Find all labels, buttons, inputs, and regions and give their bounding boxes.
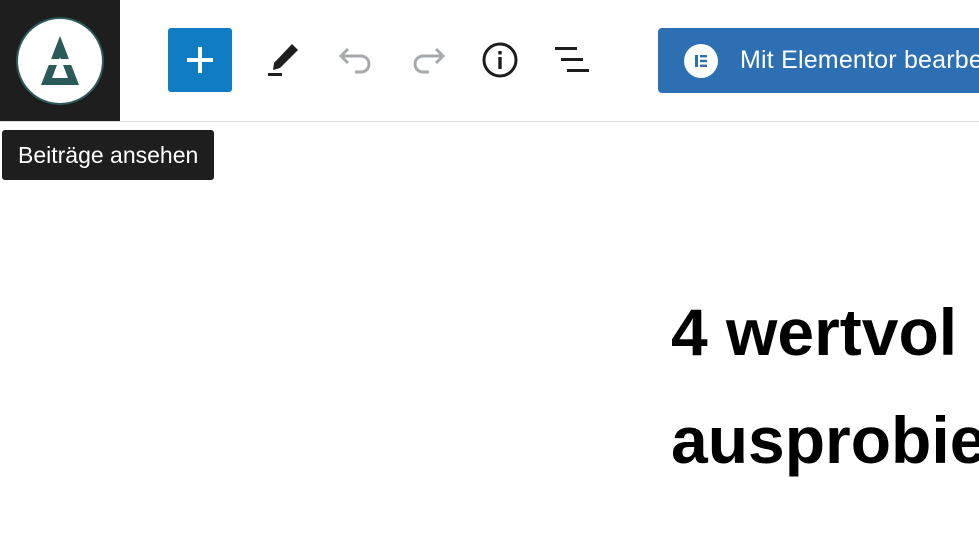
undo-arrow-icon [338, 47, 371, 74]
add-block-button[interactable] [168, 28, 232, 92]
info-circle-icon [482, 42, 518, 78]
redo-arrow-icon [413, 47, 446, 74]
list-view-button[interactable] [540, 28, 604, 92]
list-view-icon [555, 47, 589, 72]
post-title-line: 4 wertvol [671, 295, 958, 369]
site-logo [16, 16, 104, 105]
undo-button[interactable] [324, 28, 388, 92]
editor-header-toolbar: Mit Elementor bearbeiten [0, 0, 979, 122]
block-editor: Mit Elementor bearbeiten Beiträge ansehe… [0, 0, 979, 546]
post-title-line: ausprobie [671, 403, 979, 477]
redo-button[interactable] [396, 28, 460, 92]
post-title[interactable]: 4 wertvol ausprobie [671, 278, 979, 494]
plus-icon [187, 47, 213, 73]
tools-button[interactable] [252, 28, 316, 92]
elementor-logo [684, 43, 718, 78]
view-posts-tooltip: Beiträge ansehen [2, 130, 215, 180]
elementor-button-label: Mit Elementor bearbeiten [740, 46, 979, 74]
site-logo-triangle-icon [35, 35, 85, 85]
elementor-logo-icon [695, 54, 707, 67]
edit-with-elementor-button[interactable]: Mit Elementor bearbeiten [658, 28, 979, 93]
pencil-icon [268, 44, 298, 76]
details-button[interactable] [468, 28, 532, 92]
view-posts-button[interactable] [0, 0, 120, 121]
